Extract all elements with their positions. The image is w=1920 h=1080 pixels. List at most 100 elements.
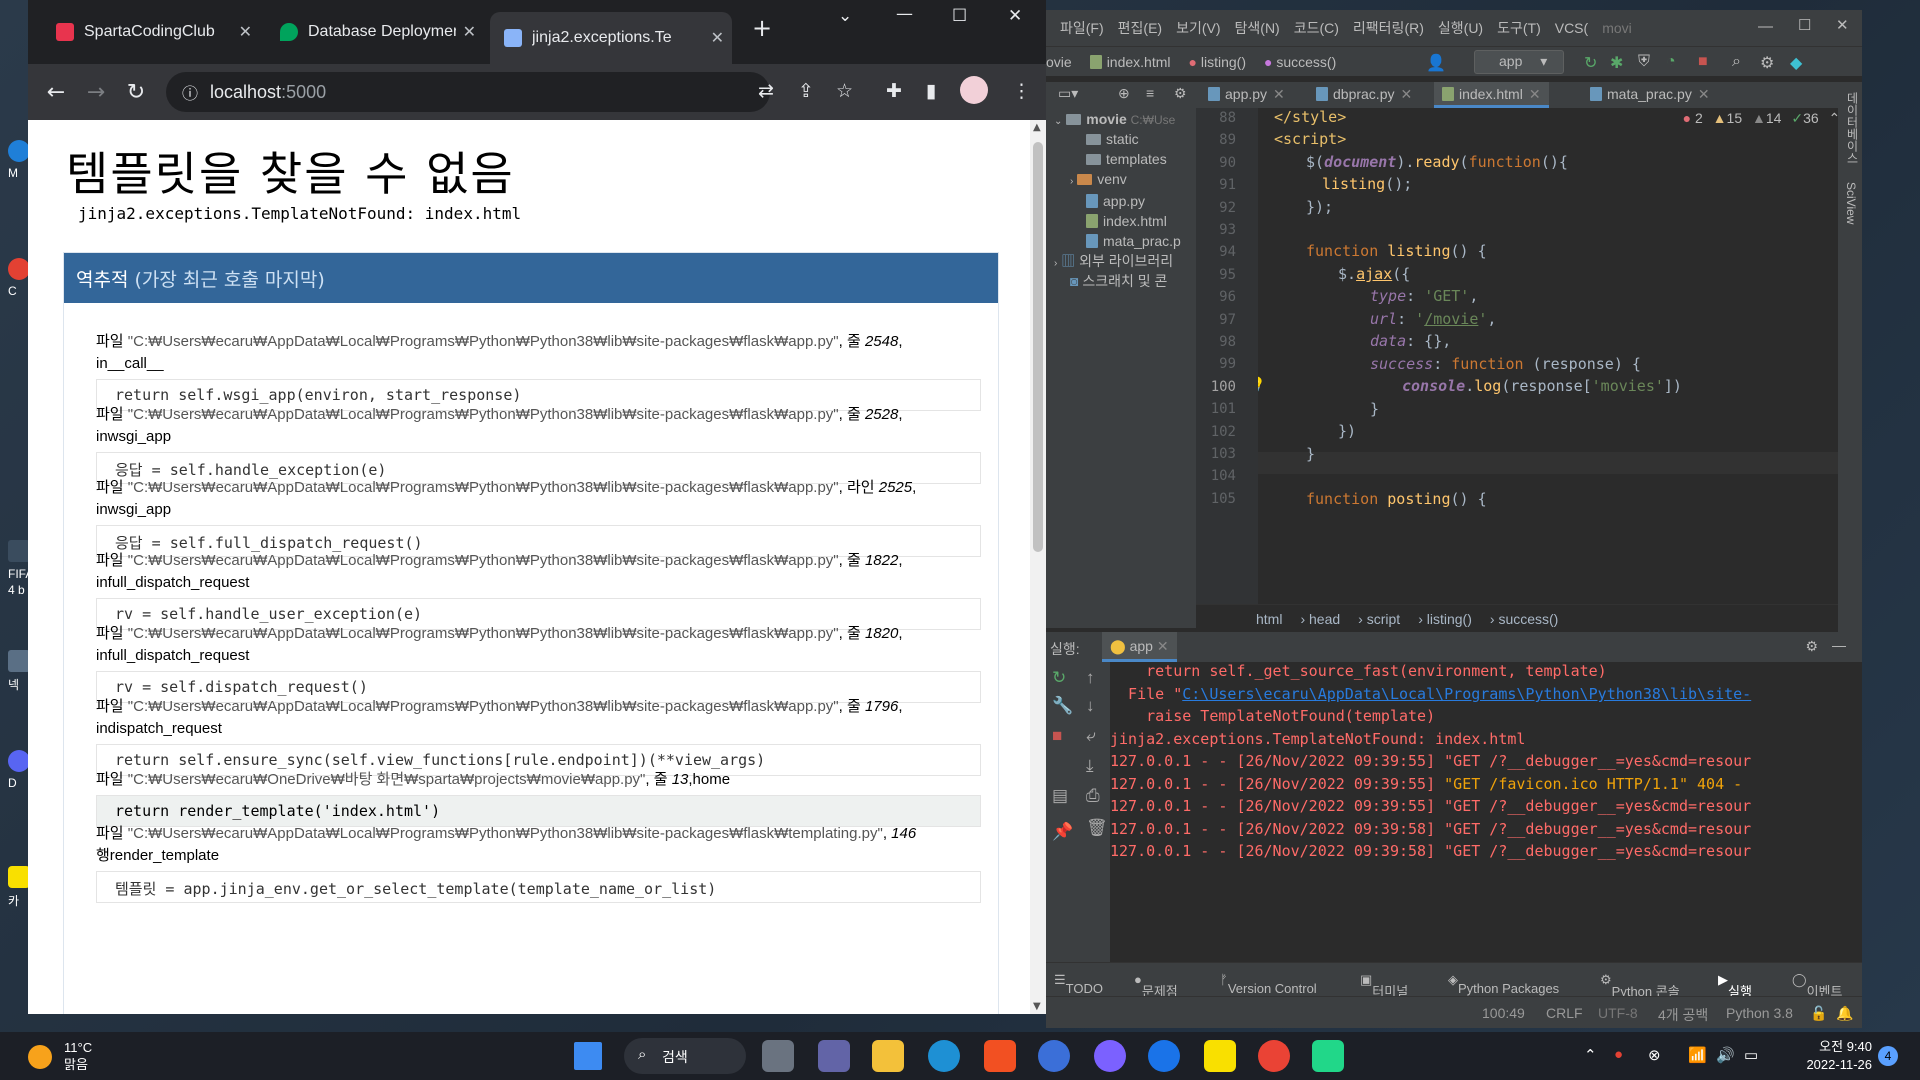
frame-file-path[interactable]: "C:₩Users₩ecaru₩AppData₩Local₩Programs₩P… (128, 625, 839, 642)
ide-logo-icon[interactable]: ◆ (1790, 53, 1802, 73)
desktop-icon[interactable]: 카 (8, 866, 30, 909)
omnibox[interactable]: ⓘ localhost:5000 (166, 72, 770, 112)
tab-database-deployment[interactable]: Database Deploymer ✕ (266, 14, 484, 50)
tray-app-icon[interactable]: ● (1614, 1046, 1623, 1063)
notification-badge[interactable]: 4 (1878, 1046, 1898, 1066)
breadcrumb-item[interactable]: script (1367, 611, 1400, 627)
lightbulb-icon[interactable]: 💡 (1258, 376, 1265, 393)
close-window-icon[interactable]: ✕ (1836, 16, 1849, 34)
code-editor[interactable]: ● 2 ▲15 ▲14 ✓36 ⌃⌄ </style> <script> $(d… (1258, 108, 1862, 604)
share-icon[interactable]: ⇪ (798, 80, 814, 102)
show-hidden-icons-chevron[interactable]: ⌃ (1584, 1046, 1597, 1064)
gear-icon[interactable]: ⚙ (1760, 53, 1774, 73)
menu-item[interactable]: VCS( (1555, 20, 1588, 36)
app-icon[interactable] (1148, 1040, 1180, 1072)
tree-item-index-html[interactable]: index.html (1086, 210, 1167, 232)
console-file-link[interactable]: C:\Users\ecaru\AppData\Local\Programs\Py… (1182, 685, 1751, 703)
cursor-position[interactable]: 100:49 (1482, 1005, 1525, 1021)
minimize-icon[interactable]: — (896, 4, 913, 24)
python-interpreter[interactable]: Python 3.8 (1726, 1005, 1793, 1021)
line-separator[interactable]: CRLF (1546, 1005, 1583, 1021)
tool-tab-events[interactable]: ◯ 이벤트 (1792, 972, 1842, 999)
run-config-select[interactable]: app ▾ (1474, 50, 1564, 74)
sciview-tool-tab[interactable]: SciView (1844, 182, 1858, 224)
editor-tab-app-py[interactable]: app.py ✕ (1200, 82, 1293, 108)
menu-item[interactable]: 코드(C) (1294, 18, 1339, 38)
desktop-icon[interactable]: C (8, 258, 30, 298)
tool-tab-vcs[interactable]: ᚠ Version Control (1220, 972, 1317, 996)
close-tab-icon[interactable]: ✕ (1273, 86, 1285, 102)
nav-crumb-function[interactable]: ● listing() (1189, 54, 1246, 70)
pycharm-icon[interactable] (1312, 1040, 1344, 1072)
chrome-icon[interactable] (1258, 1040, 1290, 1072)
kebab-menu-icon[interactable]: ⋮ (1012, 80, 1031, 102)
close-tab-icon[interactable]: ✕ (1529, 86, 1541, 102)
scroll-to-end-icon[interactable]: ⤓ (1086, 756, 1094, 776)
inspection-widget[interactable]: ● 2 ▲15 ▲14 ✓36 ⌃⌄ (1683, 110, 1856, 127)
tool-tab-todo[interactable]: ☰ TODO (1054, 972, 1103, 996)
search-icon[interactable]: ⌕ (1732, 53, 1741, 71)
lock-icon[interactable]: 🔓 (1810, 1005, 1827, 1022)
kakaotalk-icon[interactable] (1204, 1040, 1236, 1072)
file-explorer-icon[interactable] (872, 1040, 904, 1072)
desktop-icon[interactable]: M (8, 140, 30, 180)
nav-crumb-function[interactable]: ● success() (1264, 54, 1336, 70)
arrow-down-icon[interactable]: ↓ (1086, 696, 1095, 716)
scroll-up-icon[interactable]: ▲ (1033, 122, 1041, 133)
close-window-icon[interactable]: ✕ (1008, 6, 1022, 26)
translate-icon[interactable]: ⇄ (758, 80, 774, 102)
breadcrumb-item[interactable]: html (1256, 611, 1282, 627)
pin-icon[interactable]: 📌 (1052, 822, 1073, 842)
frame-file-path[interactable]: "C:₩Users₩ecaru₩AppData₩Local₩Programs₩P… (128, 698, 839, 715)
close-tab-icon[interactable]: ✕ (239, 22, 252, 42)
close-tab-icon[interactable]: ✕ (463, 22, 476, 42)
tree-item-scratches[interactable]: ◙ 스크래치 및 콘 (1070, 270, 1167, 292)
file-encoding[interactable]: UTF-8 (1598, 1005, 1638, 1021)
tool-tab-run[interactable]: ▶ 실행 (1718, 972, 1752, 999)
rerun-icon[interactable]: ↻ (1584, 53, 1597, 73)
frame-file-path[interactable]: "C:₩Users₩ecaru₩AppData₩Local₩Programs₩P… (128, 406, 839, 423)
close-tab-icon[interactable]: ✕ (711, 28, 724, 48)
edge-icon[interactable] (928, 1040, 960, 1072)
bookmark-star-icon[interactable]: ☆ (836, 80, 853, 102)
desktop-icon[interactable]: 넥 (8, 650, 30, 693)
tab-jinja2-exception[interactable]: jinja2.exceptions.Tem ✕ (490, 12, 732, 64)
gear-icon[interactable]: ⚙ (1805, 638, 1818, 655)
new-tab-icon[interactable]: + (752, 14, 772, 42)
hide-panel-icon[interactable]: — (1832, 637, 1846, 653)
breadcrumb-item[interactable]: head (1309, 611, 1340, 627)
page-scrollbar[interactable]: ▲ ▼ (1030, 120, 1046, 1014)
task-view-icon[interactable] (762, 1040, 794, 1072)
tree-item-external-libraries[interactable]: › ▥ 외부 라이브러리 (1054, 250, 1173, 272)
frame-file-path[interactable]: "C:₩Users₩ecaru₩AppData₩Local₩Programs₩P… (128, 552, 839, 569)
wrench-icon[interactable]: 🔧 (1052, 696, 1073, 716)
project-view-icon[interactable]: ▭▾ (1058, 85, 1078, 102)
menu-item[interactable]: 편집(E) (1118, 18, 1162, 38)
layout-icon[interactable]: ▤ (1052, 786, 1068, 806)
rerun-icon[interactable]: ↻ (1052, 668, 1066, 688)
editor-tab-index-html[interactable]: index.html ✕ (1434, 82, 1549, 108)
debug-bug-icon[interactable]: ✱ (1610, 53, 1623, 73)
tool-tab-problems[interactable]: ● 문제점 (1134, 972, 1178, 999)
store-icon[interactable] (984, 1040, 1016, 1072)
maximize-icon[interactable]: ☐ (952, 6, 967, 26)
breadcrumb-item[interactable]: success() (1498, 611, 1558, 627)
profile-icon[interactable]: ◔ (1666, 53, 1676, 71)
forward-arrow-icon[interactable]: → (76, 80, 116, 105)
menu-item[interactable]: 리팩터링(R) (1353, 18, 1424, 38)
close-tab-icon[interactable]: ✕ (1698, 86, 1710, 102)
tree-root-movie[interactable]: ⌄ movie C:₩Use (1054, 108, 1175, 130)
stop-icon[interactable]: ■ (1698, 53, 1708, 71)
locate-icon[interactable]: ⊕ (1118, 85, 1130, 102)
nav-crumb-file[interactable]: index.html (1089, 54, 1171, 70)
editor-tab-dbprac-py[interactable]: dbprac.py ✕ (1308, 82, 1420, 108)
tray-close-icon[interactable]: ⊗ (1648, 1046, 1661, 1064)
notifications-icon[interactable]: 🔔 (1836, 1005, 1853, 1022)
tool-tab-python-console[interactable]: ⚙ Python 콘솔 (1600, 972, 1680, 999)
battery-icon[interactable]: ▭ (1744, 1046, 1758, 1064)
tool-tab-terminal[interactable]: ▣ 터미널 (1360, 972, 1408, 999)
wifi-icon[interactable]: 📶 (1688, 1046, 1707, 1064)
tab-search-chevron-icon[interactable]: ⌄ (838, 6, 852, 26)
tab-spartacodingclub[interactable]: SpartaCodingClub ✕ (42, 14, 260, 50)
coverage-icon[interactable]: ⛨ (1638, 53, 1650, 71)
